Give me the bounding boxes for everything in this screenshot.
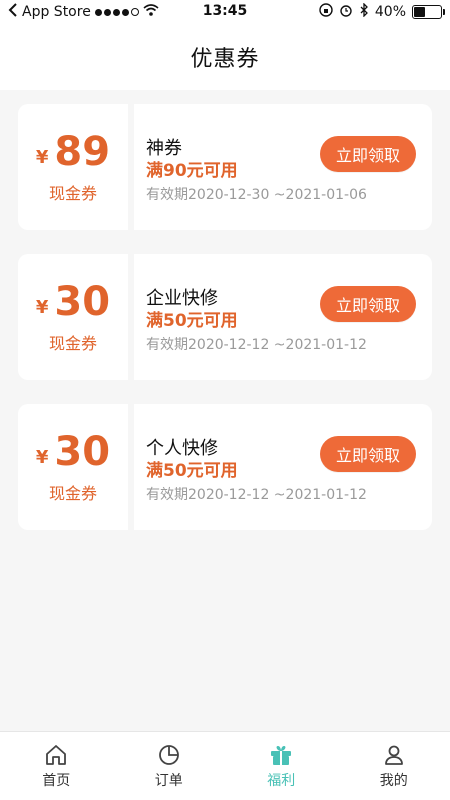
coupon-card: ¥ 30 现金券 个人快修 满50元可用 有效期2020-12-12 ~2021… [18, 404, 432, 530]
status-right: 40% [319, 2, 445, 21]
coupon-condition: 满50元可用 [146, 311, 238, 331]
tab-label: 订单 [154, 773, 183, 789]
coupon-type: 现金券 [48, 184, 97, 203]
home-icon [43, 742, 69, 768]
tab-home[interactable]: 首页 [0, 732, 113, 800]
battery-icon [412, 5, 445, 19]
order-icon [156, 742, 182, 768]
coupon-amount-section: ¥ 30 现金券 [18, 254, 128, 380]
navigation-bar: 优惠券 [0, 24, 450, 90]
user-icon [381, 742, 407, 768]
coupon-card: ¥ 89 现金券 神券 满90元可用 有效期2020-12-30 ~2021-0… [18, 104, 432, 230]
coupon-amount: ¥ 89 [36, 130, 110, 174]
coupon-info-section: 个人快修 满50元可用 有效期2020-12-12 ~2021-01-12 立即… [134, 404, 432, 530]
gift-icon [268, 742, 294, 768]
amount-value: 30 [54, 279, 111, 325]
status-bar: App Store 13:45 40% [0, 0, 450, 24]
page-title: 优惠券 [190, 47, 260, 72]
tab-label: 福利 [267, 773, 296, 789]
tab-label: 我的 [379, 773, 408, 789]
coupon-amount: ¥ 30 [36, 280, 110, 324]
amount-value: 89 [54, 129, 111, 175]
coupon-condition: 满90元可用 [146, 161, 238, 181]
amount-value: 30 [54, 429, 111, 475]
tab-mine[interactable]: 我的 [338, 732, 450, 800]
coupon-amount: ¥ 30 [36, 430, 110, 474]
coupon-info-section: 企业快修 满50元可用 有效期2020-12-12 ~2021-01-12 立即… [134, 254, 432, 380]
coupon-type: 现金券 [48, 334, 97, 353]
claim-button[interactable]: 立即领取 [320, 286, 416, 322]
bluetooth-icon [359, 2, 369, 21]
tab-benefits[interactable]: 福利 [225, 732, 338, 800]
alarm-icon [339, 3, 353, 21]
claim-button[interactable]: 立即领取 [320, 436, 416, 472]
coupon-validity: 有效期2020-12-12 ~2021-01-12 [146, 487, 367, 503]
tab-orders[interactable]: 订单 [113, 732, 226, 800]
tab-label: 首页 [42, 773, 71, 789]
coupon-amount-section: ¥ 30 现金券 [18, 404, 128, 530]
currency-symbol: ¥ [35, 147, 49, 168]
battery-percent: 40% [374, 4, 406, 20]
coupon-type: 现金券 [48, 484, 97, 503]
coupon-info-section: 神券 满90元可用 有效期2020-12-30 ~2021-01-06 立即领取 [134, 104, 432, 230]
coupon-amount-section: ¥ 89 现金券 [18, 104, 128, 230]
currency-symbol: ¥ [35, 447, 49, 468]
coupon-card: ¥ 30 现金券 企业快修 满50元可用 有效期2020-12-12 ~2021… [18, 254, 432, 380]
coupon-validity: 有效期2020-12-30 ~2021-01-06 [146, 187, 367, 203]
tab-bar: 首页 订单 福利 我的 [0, 731, 450, 800]
coupon-condition: 满50元可用 [146, 461, 238, 481]
rotation-lock-icon [319, 3, 333, 21]
claim-button[interactable]: 立即领取 [320, 136, 416, 172]
currency-symbol: ¥ [35, 297, 49, 318]
coupon-validity: 有效期2020-12-12 ~2021-01-12 [146, 337, 367, 353]
